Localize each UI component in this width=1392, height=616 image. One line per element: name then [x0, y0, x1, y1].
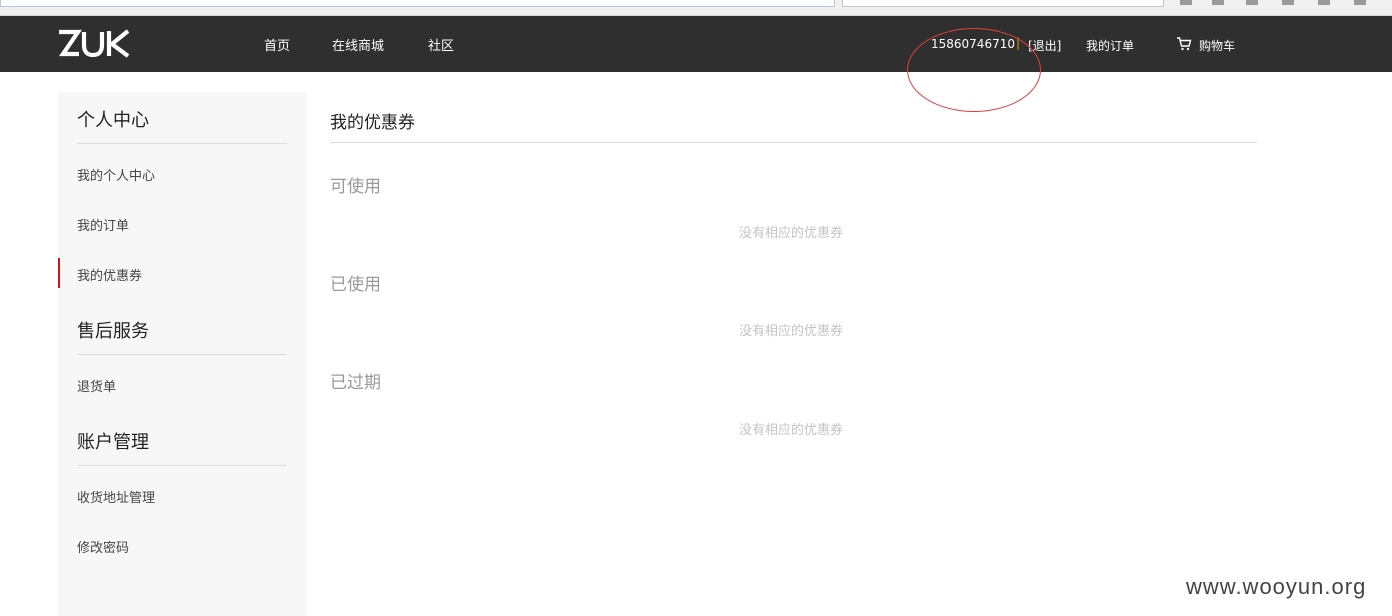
browser-tool-icon[interactable] — [1318, 0, 1330, 5]
nav-online-store[interactable]: 在线商城 — [332, 35, 384, 54]
nav-community[interactable]: 社区 — [428, 35, 454, 54]
browser-search-box[interactable] — [842, 0, 1164, 7]
sidebar-heading-personal: 个人中心 — [77, 106, 287, 144]
site-header: 首页 在线商城 社区 15860746710 | [退出] 我的订单 购物车 — [0, 16, 1392, 72]
sidebar-item-change-password[interactable]: 修改密码 — [77, 537, 129, 556]
title-divider — [330, 142, 1257, 143]
browser-tool-icon[interactable] — [1212, 0, 1224, 5]
section-title-expired: 已过期 — [330, 373, 381, 393]
empty-message-available: 没有相应的优惠券 — [739, 226, 844, 241]
sidebar-heading-account: 账户管理 — [77, 428, 287, 466]
nav-home[interactable]: 首页 — [264, 35, 290, 54]
browser-tool-icon[interactable] — [1282, 0, 1294, 5]
browser-tool-icon[interactable] — [1354, 0, 1366, 5]
cart-icon — [1177, 37, 1192, 51]
sidebar-item-address-management[interactable]: 收货地址管理 — [77, 487, 155, 506]
sidebar-heading-aftersale: 售后服务 — [77, 317, 287, 355]
annotation-circle — [907, 28, 1041, 112]
bookmark-icon[interactable] — [1180, 0, 1192, 5]
my-orders-link[interactable]: 我的订单 — [1086, 37, 1134, 54]
browser-toolbar — [0, 0, 1392, 16]
sidebar-item-returns[interactable]: 退货单 — [77, 376, 116, 395]
watermark: www.wooyun.org — [1186, 574, 1367, 599]
zuk-logo[interactable] — [56, 29, 130, 59]
address-bar[interactable] — [0, 0, 835, 7]
sidebar-item-personal-center[interactable]: 我的个人中心 — [77, 165, 155, 184]
empty-message-expired: 没有相应的优惠券 — [739, 423, 844, 438]
sidebar: 个人中心 我的个人中心 我的订单 我的优惠券 售后服务 退货单 账户管理 收货地… — [58, 92, 307, 616]
cart-label: 购物车 — [1199, 39, 1236, 53]
page-title: 我的优惠券 — [330, 113, 415, 133]
browser-tool-icon[interactable] — [1246, 0, 1258, 5]
section-title-used: 已使用 — [330, 275, 381, 295]
active-indicator — [58, 258, 60, 288]
sidebar-item-my-orders[interactable]: 我的订单 — [77, 215, 129, 234]
section-title-available: 可使用 — [330, 177, 381, 197]
empty-message-used: 没有相应的优惠券 — [739, 324, 844, 339]
sidebar-item-my-coupons[interactable]: 我的优惠券 — [77, 265, 142, 284]
